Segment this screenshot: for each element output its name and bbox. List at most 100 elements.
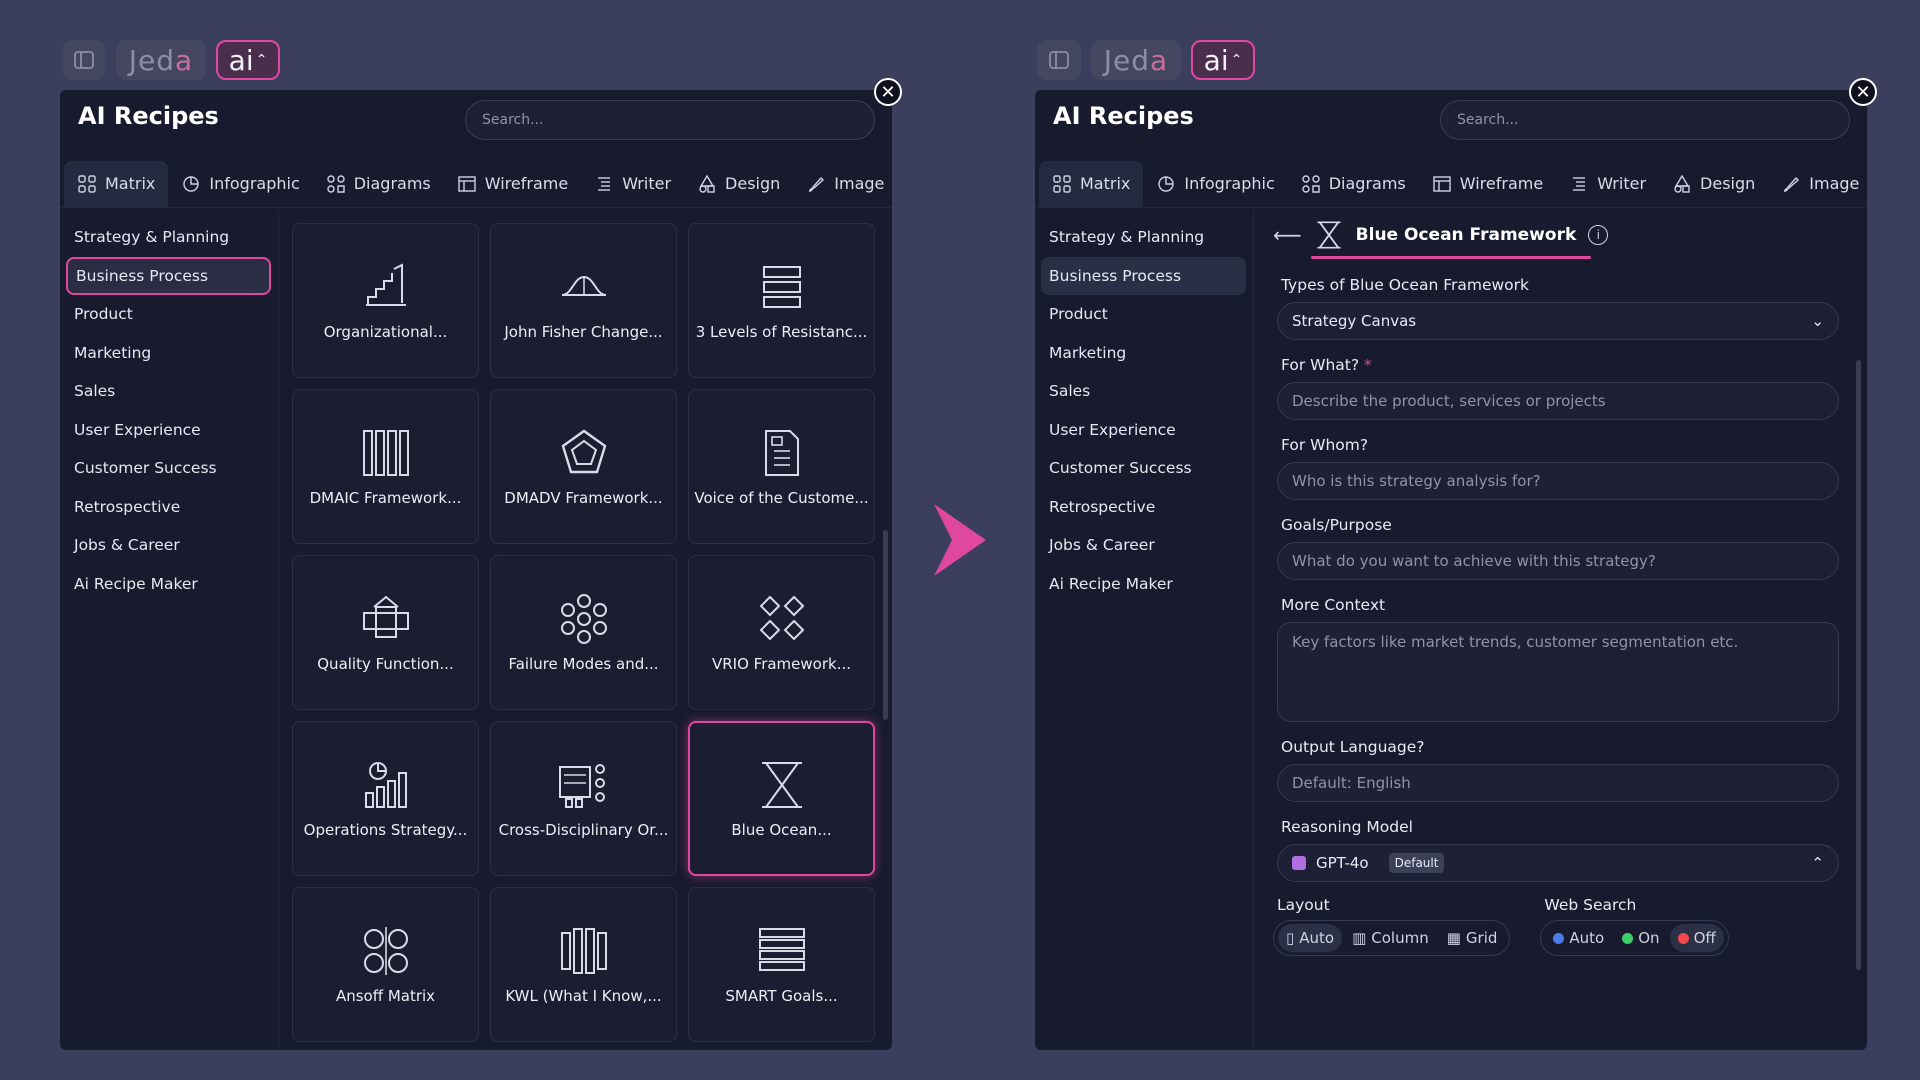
tab-infographic[interactable]: Infographic	[1143, 161, 1287, 207]
topbar-right: Jed a ai ⌃	[1037, 38, 1255, 82]
tab-image[interactable]: Image	[793, 161, 892, 207]
category-product[interactable]: Product	[1041, 295, 1246, 334]
back-arrow-icon[interactable]: ⟵	[1273, 223, 1302, 247]
tab-writer[interactable]: Writer	[1556, 161, 1659, 207]
category-user-experience[interactable]: User Experience	[66, 411, 271, 450]
recipe-card[interactable]: Organizational...	[292, 223, 479, 378]
category-marketing[interactable]: Marketing	[66, 334, 271, 373]
close-icon[interactable]: ✕	[1849, 78, 1877, 106]
web-on-option[interactable]: On	[1614, 924, 1667, 952]
recipe-card-selected[interactable]: Blue Ocean...	[688, 721, 875, 876]
diagram-icon	[1302, 174, 1320, 193]
types-select[interactable]: Strategy Canvas ⌄	[1277, 302, 1839, 340]
for-whom-input[interactable]: Who is this strategy analysis for?	[1277, 462, 1839, 500]
recipe-card[interactable]: DMAIC Framework...	[292, 389, 479, 544]
tab-infographic[interactable]: Infographic	[168, 161, 312, 207]
recipe-card[interactable]: KWL (What I Know,...	[490, 887, 677, 1042]
text-lines-icon	[598, 176, 611, 191]
web-off-option[interactable]: Off	[1669, 924, 1724, 952]
for-what-input[interactable]: Describe the product, services or projec…	[1277, 382, 1839, 420]
ai-menu-button[interactable]: ai ⌃	[216, 40, 280, 80]
scrollbar[interactable]	[883, 530, 888, 720]
recipe-card[interactable]: Voice of the Custome...	[688, 389, 875, 544]
category-marketing[interactable]: Marketing	[1041, 334, 1246, 373]
sidebar-icon	[74, 51, 94, 69]
category-jobs-career[interactable]: Jobs & Career	[66, 526, 271, 565]
category-business-process[interactable]: Business Process	[1041, 256, 1246, 295]
category-list: Strategy & Planning Business Process Pro…	[1041, 218, 1246, 603]
layout-grid-option[interactable]: ▦ Grid	[1439, 924, 1506, 952]
category-retrospective[interactable]: Retrospective	[66, 488, 271, 527]
tab-matrix[interactable]: Matrix	[64, 160, 169, 207]
category-sales[interactable]: Sales	[66, 372, 271, 411]
category-customer-success[interactable]: Customer Success	[66, 449, 271, 488]
recipe-card[interactable]: DMADV Framework...	[490, 389, 677, 544]
info-icon[interactable]: i	[1588, 225, 1609, 245]
model-select[interactable]: GPT-4o Default ⌃	[1277, 844, 1839, 882]
recipe-card[interactable]: Cross-Disciplinary Or...	[490, 721, 677, 876]
category-sales[interactable]: Sales	[1041, 372, 1246, 411]
recipe-card[interactable]: Ansoff Matrix	[292, 887, 479, 1042]
openai-icon	[1292, 856, 1306, 870]
web-search-label: Web Search	[1544, 896, 1637, 914]
language-input[interactable]: Default: English	[1277, 764, 1839, 802]
category-user-experience[interactable]: User Experience	[1041, 411, 1246, 450]
ai-menu-button[interactable]: ai ⌃	[1191, 40, 1255, 80]
shapes-icon	[1674, 174, 1690, 193]
category-business-process[interactable]: Business Process	[66, 256, 271, 295]
search-input[interactable]: Search...	[465, 100, 875, 140]
tab-design[interactable]: Design	[1659, 161, 1768, 207]
context-textarea[interactable]: Key factors like market trends, customer…	[1277, 622, 1839, 722]
diamonds-icon	[759, 595, 804, 640]
goals-input[interactable]: What do you want to achieve with this st…	[1277, 542, 1839, 580]
tab-writer[interactable]: Writer	[581, 161, 684, 207]
shapes-icon	[699, 174, 715, 193]
tab-matrix[interactable]: Matrix	[1039, 160, 1144, 207]
types-label: Types of Blue Ocean Framework	[1281, 276, 1530, 294]
search-input[interactable]: Search...	[1440, 100, 1850, 140]
recipe-card[interactable]: VRIO Framework...	[688, 555, 875, 710]
category-ai-recipe-maker[interactable]: Ai Recipe Maker	[1041, 565, 1246, 604]
grid-icon: ▦	[1446, 929, 1461, 947]
category-strategy-planning[interactable]: Strategy & Planning	[1041, 218, 1246, 257]
web-auto-option[interactable]: Auto	[1545, 924, 1612, 952]
columns-icon: ▥	[1352, 929, 1367, 947]
chevron-up-icon: ⌃	[1230, 52, 1243, 68]
tab-diagrams[interactable]: Diagrams	[1288, 161, 1419, 207]
category-jobs-career[interactable]: Jobs & Career	[1041, 526, 1246, 565]
status-dot-icon	[1622, 932, 1634, 944]
category-customer-success[interactable]: Customer Success	[1041, 449, 1246, 488]
recipe-card[interactable]: John Fisher Change...	[490, 223, 677, 378]
category-retrospective[interactable]: Retrospective	[1041, 488, 1246, 527]
tab-image[interactable]: Image	[1768, 161, 1867, 207]
status-dot-icon	[1677, 932, 1689, 944]
scrollbar[interactable]	[1856, 360, 1861, 970]
category-ai-recipe-maker[interactable]: Ai Recipe Maker	[66, 565, 271, 604]
sidebar-toggle-button[interactable]	[62, 40, 106, 80]
category-strategy-planning[interactable]: Strategy & Planning	[66, 218, 271, 257]
quad-circles-icon	[363, 926, 408, 975]
bell-curve-icon	[561, 275, 606, 296]
status-dot-icon	[1553, 932, 1565, 944]
recipe-card[interactable]: Quality Function...	[292, 555, 479, 710]
sidebar-toggle-button[interactable]	[1037, 40, 1081, 80]
tab-wireframe[interactable]: Wireframe	[444, 161, 581, 207]
team-board-icon	[558, 763, 605, 808]
grid-icon	[1053, 174, 1071, 193]
close-icon[interactable]: ✕	[874, 78, 902, 106]
layout-auto-option[interactable]: ▯ Auto	[1278, 924, 1343, 952]
tab-wireframe[interactable]: Wireframe	[1419, 161, 1556, 207]
category-product[interactable]: Product	[66, 295, 271, 334]
topbar-left: Jed a ai ⌃	[62, 38, 280, 82]
recipe-card[interactable]: SMART Goals...	[688, 887, 875, 1042]
tab-design[interactable]: Design	[684, 161, 793, 207]
hourglass-icon	[1317, 221, 1341, 249]
tab-diagrams[interactable]: Diagrams	[313, 161, 444, 207]
recipe-card[interactable]: 3 Levels of Resistanc...	[688, 223, 875, 378]
recipe-card[interactable]: Operations Strategy...	[292, 721, 479, 876]
for-whom-label: For Whom?	[1281, 436, 1369, 454]
recipe-card[interactable]: Failure Modes and...	[490, 555, 677, 710]
layout-column-option[interactable]: ▥ Column	[1344, 924, 1437, 952]
bars-icon	[560, 927, 607, 974]
goals-label: Goals/Purpose	[1281, 516, 1392, 534]
